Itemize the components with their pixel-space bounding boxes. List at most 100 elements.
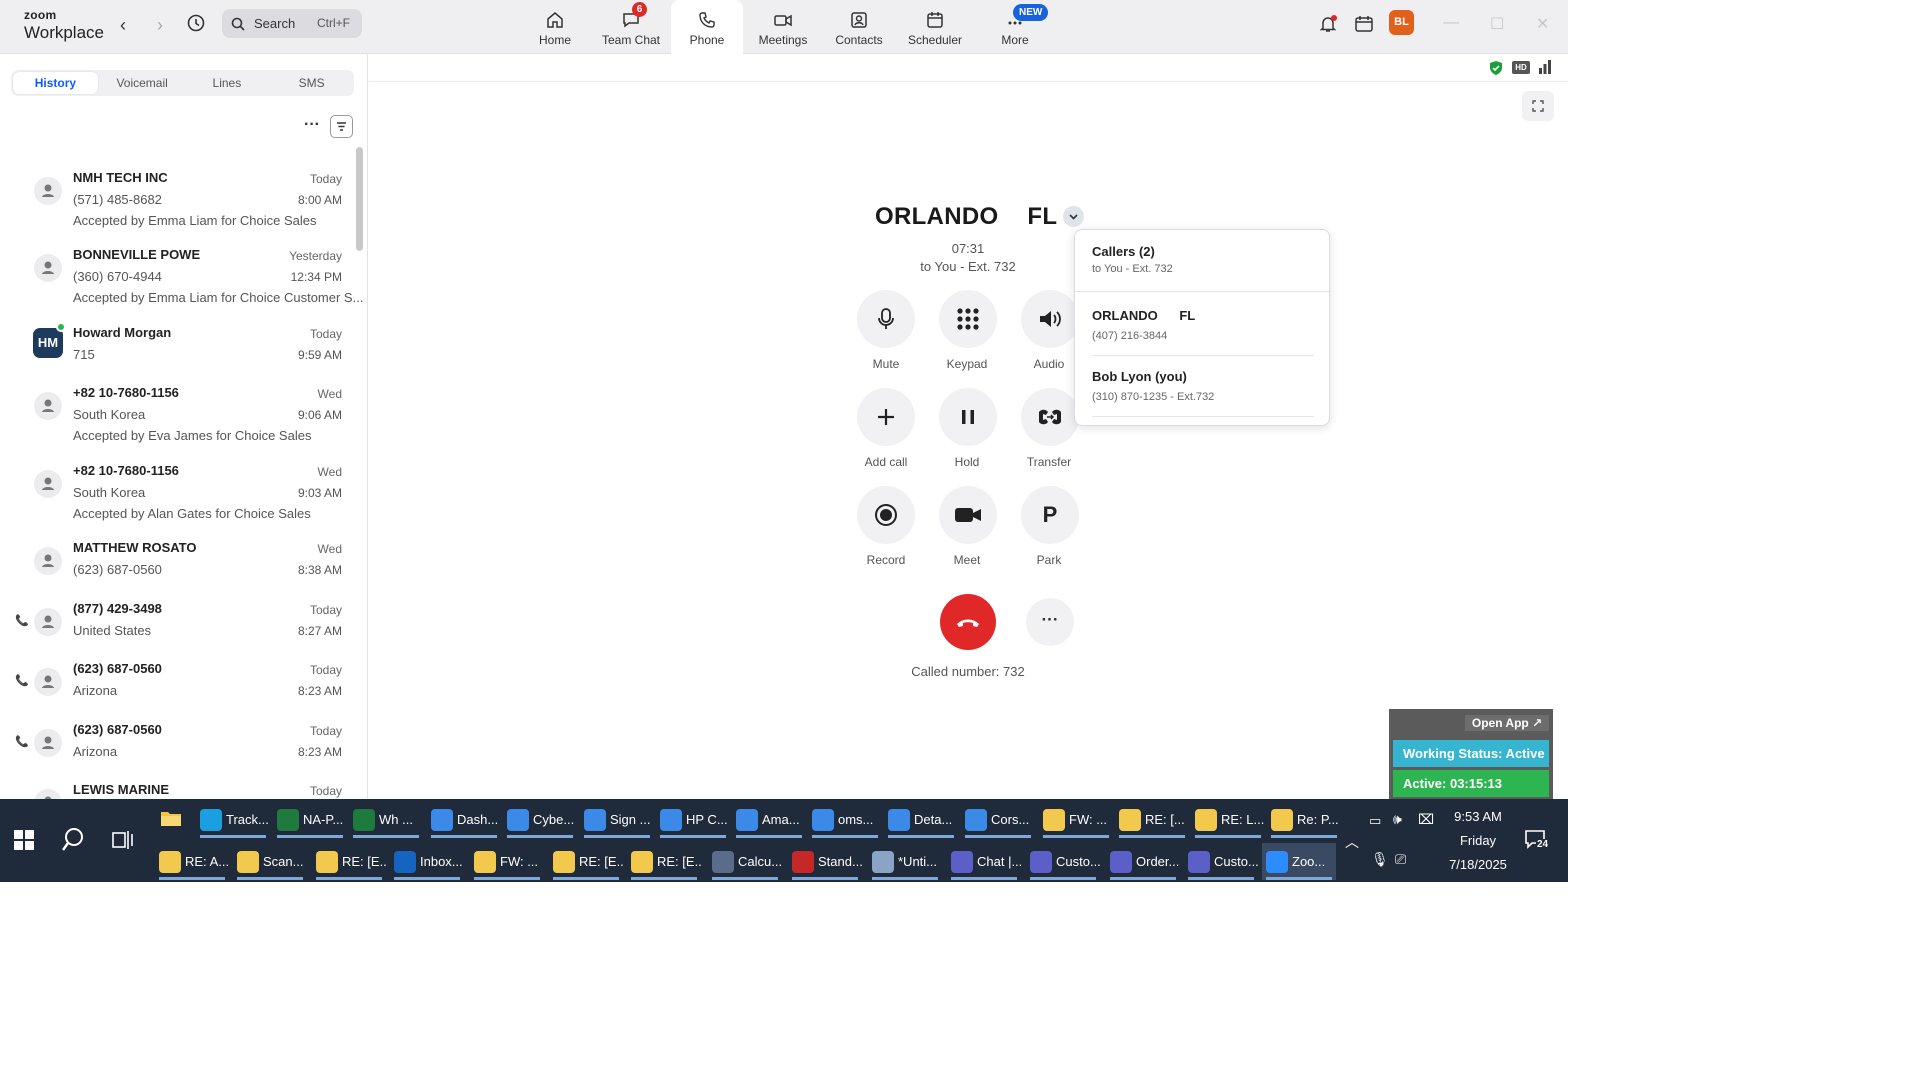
- running-indicator: [736, 835, 802, 838]
- add-call-button[interactable]: [857, 388, 915, 446]
- taskbar-app-button[interactable]: Sign ...: [580, 801, 654, 838]
- notification-center-icon[interactable]: 24: [1524, 829, 1550, 850]
- close-icon[interactable]: ✕: [1536, 14, 1549, 34]
- expand-icon[interactable]: [1522, 91, 1554, 121]
- transfer-label: Transfer: [1026, 455, 1072, 469]
- network-icon[interactable]: ⌧: [1418, 811, 1434, 828]
- mute-button[interactable]: [857, 290, 915, 348]
- caller-entry-orlando[interactable]: ORLANDO FL: [1092, 308, 1195, 323]
- taskbar-app-button[interactable]: Custo...: [1026, 843, 1100, 880]
- tab-history[interactable]: History: [13, 72, 98, 94]
- hold-button[interactable]: [939, 388, 997, 446]
- user-avatar[interactable]: BL: [1389, 10, 1414, 35]
- hold-label: Hold: [954, 455, 980, 469]
- app-icon: [660, 809, 682, 831]
- history-item[interactable]: +82 10-7680-1156 South Korea Accepted by A…: [0, 456, 355, 526]
- record-button[interactable]: [857, 486, 915, 544]
- taskbar-app-button[interactable]: Order...: [1106, 843, 1180, 880]
- history-icon[interactable]: [186, 13, 206, 38]
- open-app-button[interactable]: Open App ↗: [1465, 715, 1549, 731]
- clock-day[interactable]: Friday: [1436, 833, 1520, 848]
- tab-contacts[interactable]: Contacts: [823, 0, 895, 54]
- history-item[interactable]: NMH TECH INC (571) 485-8682 Accepted by Em…: [0, 163, 355, 233]
- history-item[interactable]: +82 10-7680-1156 South Korea Accepted by E…: [0, 378, 355, 448]
- file-explorer-icon[interactable]: [160, 807, 182, 829]
- search-input[interactable]: Search Ctrl+F: [222, 9, 362, 38]
- taskbar-app-button[interactable]: Track...: [196, 801, 270, 838]
- taskbar-app-button[interactable]: RE: A...: [155, 843, 229, 880]
- back-arrow-icon[interactable]: ‹: [112, 14, 134, 36]
- clock-date[interactable]: 7/18/2025: [1436, 857, 1520, 872]
- meet-button[interactable]: [939, 486, 997, 544]
- clock-time[interactable]: 9:53 AM: [1436, 809, 1520, 824]
- taskbar-app-button[interactable]: Dash...: [427, 801, 501, 838]
- taskbar-app-button[interactable]: FW: ...: [1039, 801, 1113, 838]
- history-item[interactable]: MATTHEW ROSATO (623) 687-0560 Wed 8:38 AM: [0, 533, 355, 603]
- tab-team-chat[interactable]: Team Chat 6: [595, 0, 667, 54]
- taskbar-app-button[interactable]: Re: P...: [1267, 801, 1341, 838]
- tab-sms[interactable]: SMS: [269, 70, 354, 96]
- taskbar-search-icon[interactable]: [61, 827, 85, 858]
- taskbar-app-button[interactable]: RE: [E...: [549, 843, 623, 880]
- minimize-icon[interactable]: —: [1443, 14, 1459, 32]
- home-icon: [547, 12, 563, 28]
- taskbar-app-button[interactable]: Zoo...: [1262, 843, 1336, 880]
- tab-home[interactable]: Home: [519, 0, 591, 54]
- tab-phone[interactable]: Phone: [671, 0, 743, 55]
- taskbar-app-button[interactable]: oms...: [808, 801, 882, 838]
- more-options-icon[interactable]: ···: [304, 116, 320, 134]
- windows-start-icon[interactable]: [14, 830, 34, 855]
- audio-button[interactable]: [1021, 290, 1079, 348]
- tab-contacts-label: Contacts: [835, 33, 883, 47]
- tab-meetings[interactable]: Meetings: [747, 0, 819, 54]
- taskbar-app-button[interactable]: HP C...: [656, 801, 730, 838]
- taskbar-app-button[interactable]: RE: [E...: [627, 843, 701, 880]
- task-view-icon[interactable]: [112, 830, 134, 855]
- more-call-options-button[interactable]: ···: [1026, 598, 1074, 646]
- app-icon: [1271, 809, 1293, 831]
- forward-arrow-icon[interactable]: ›: [149, 14, 171, 36]
- bell-icon[interactable]: [1318, 14, 1338, 39]
- screen-share-icon[interactable]: ⎚: [1395, 851, 1406, 868]
- taskbar-app-button[interactable]: NA-P...: [273, 801, 347, 838]
- tab-voicemail[interactable]: Voicemail: [100, 70, 185, 96]
- taskbar-app-button[interactable]: FW: ...: [470, 843, 544, 880]
- taskbar-app-button[interactable]: Chat |...: [947, 843, 1021, 880]
- tab-scheduler[interactable]: Scheduler: [899, 0, 971, 54]
- taskbar-app-button[interactable]: Stand...: [788, 843, 862, 880]
- taskbar-app-button[interactable]: Deta...: [884, 801, 958, 838]
- park-button[interactable]: P: [1021, 486, 1079, 544]
- taskbar-app-button[interactable]: Scan...: [233, 843, 307, 880]
- taskbar-app-button[interactable]: *Unti...: [868, 843, 942, 880]
- show-hidden-icons-icon[interactable]: ︿: [1345, 832, 1359, 852]
- history-item[interactable]: 📞 (623) 687-0560 Arizona Today 8:23 AM: [0, 654, 355, 724]
- taskbar-app-button[interactable]: RE: [E...: [312, 843, 386, 880]
- transfer-button[interactable]: [1021, 388, 1079, 446]
- list-scrollbar[interactable]: [356, 147, 363, 251]
- battery-icon[interactable]: ▭: [1369, 813, 1381, 829]
- taskbar-app-button[interactable]: Cybe...: [503, 801, 577, 838]
- taskbar-app-button[interactable]: Calcu...: [708, 843, 782, 880]
- keypad-button[interactable]: [939, 290, 997, 348]
- running-indicator: [159, 877, 225, 880]
- end-call-button[interactable]: [940, 594, 996, 650]
- taskbar-app-button[interactable]: RE: [...: [1115, 801, 1189, 838]
- running-indicator: [237, 877, 303, 880]
- chevron-down-icon[interactable]: [1063, 206, 1084, 227]
- tab-more[interactable]: More NEW: [979, 0, 1051, 54]
- microphone-icon[interactable]: 🎙: [1371, 851, 1389, 868]
- taskbar-app-button[interactable]: Custo...: [1184, 843, 1258, 880]
- taskbar-app-button[interactable]: Ama...: [732, 801, 806, 838]
- tab-lines[interactable]: Lines: [185, 70, 270, 96]
- calendar-status-icon[interactable]: [1354, 14, 1374, 39]
- taskbar-app-button[interactable]: Cors...: [961, 801, 1035, 838]
- taskbar-app-button[interactable]: RE: L...: [1191, 801, 1265, 838]
- history-item[interactable]: BONNEVILLE POWE (360) 670-4944 Accepted by…: [0, 240, 363, 310]
- volume-icon[interactable]: 🕪: [1393, 811, 1402, 828]
- filter-icon[interactable]: [330, 115, 353, 138]
- taskbar-app-label: FW: ...: [500, 854, 539, 869]
- taskbar-app-button[interactable]: Inbox...: [390, 843, 464, 880]
- maximize-icon[interactable]: ☐: [1490, 14, 1504, 34]
- caller-entry-self[interactable]: Bob Lyon (you): [1092, 369, 1187, 384]
- taskbar-app-button[interactable]: Wh ...: [349, 801, 423, 838]
